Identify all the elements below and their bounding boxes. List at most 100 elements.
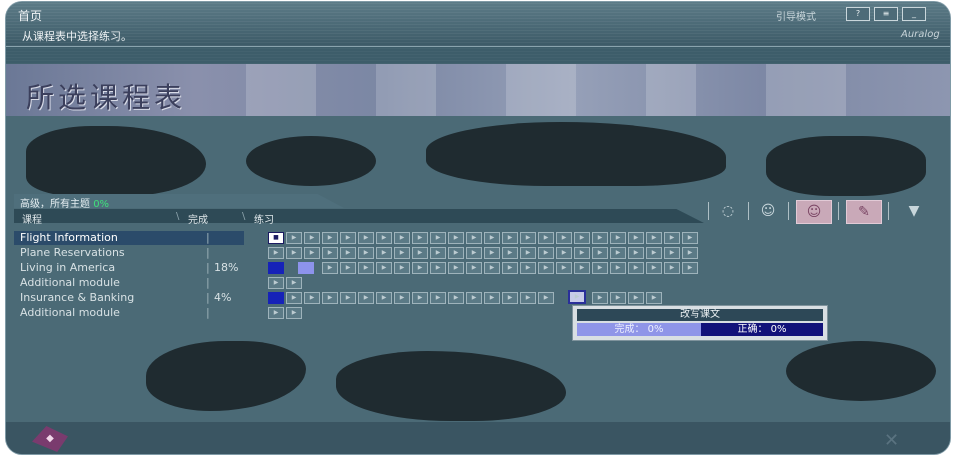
exercise-cell[interactable]: ▶ bbox=[340, 232, 356, 244]
exercise-cell[interactable]: ▶ bbox=[394, 247, 410, 259]
course-row[interactable]: Insurance & Banking | 4% bbox=[14, 291, 244, 305]
exercise-cell[interactable]: ▶ bbox=[268, 247, 284, 259]
exercise-cell[interactable]: ▶ bbox=[610, 247, 626, 259]
course-row[interactable]: Flight Information | bbox=[14, 231, 244, 245]
exercise-cell[interactable]: ▶ bbox=[430, 247, 446, 259]
exercise-cell[interactable]: ▶ bbox=[286, 307, 302, 319]
course-row[interactable]: Additional module | bbox=[14, 276, 244, 290]
exercise-cell[interactable]: ▶ bbox=[466, 292, 482, 304]
exercise-cell[interactable]: ▶ bbox=[430, 262, 446, 274]
exercise-cell[interactable]: ▶ bbox=[682, 247, 698, 259]
exercise-cell[interactable]: ▶ bbox=[376, 262, 392, 274]
exercise-cell[interactable]: ▶ bbox=[556, 232, 572, 244]
exercise-cell[interactable]: ▶ bbox=[592, 232, 608, 244]
exercise-cell[interactable]: ▶ bbox=[610, 232, 626, 244]
exercise-cell[interactable]: ▶ bbox=[340, 247, 356, 259]
exercise-cell[interactable]: ▶ bbox=[394, 232, 410, 244]
exercise-cell[interactable]: ▶ bbox=[646, 292, 662, 304]
exercise-cell[interactable]: ▶ bbox=[358, 247, 374, 259]
exercise-cell[interactable]: ▶ bbox=[358, 262, 374, 274]
exercise-cell[interactable]: ▶ bbox=[520, 292, 536, 304]
exercise-cell-done[interactable] bbox=[268, 292, 284, 304]
exercise-cell[interactable]: ▶ bbox=[322, 292, 338, 304]
exercise-cell[interactable]: ▶ bbox=[592, 262, 608, 274]
exercise-cell[interactable]: ▶ bbox=[556, 247, 572, 259]
exercise-cell[interactable]: ▶ bbox=[376, 292, 392, 304]
exercise-cell[interactable]: ▶ bbox=[304, 232, 320, 244]
exercise-cell[interactable]: ▶ bbox=[502, 262, 518, 274]
exercise-cell[interactable]: ▶ bbox=[466, 232, 482, 244]
exercise-cell[interactable]: ▶ bbox=[610, 262, 626, 274]
exercise-cell[interactable]: ▶ bbox=[502, 292, 518, 304]
exercise-cell[interactable]: ▶ bbox=[268, 307, 284, 319]
exercise-cell[interactable]: ▶ bbox=[682, 262, 698, 274]
exercise-cell-highlighted[interactable]: ▶ bbox=[568, 290, 586, 304]
exercise-cell[interactable]: ▶ bbox=[538, 292, 554, 304]
exercise-cell[interactable]: ▶ bbox=[304, 247, 320, 259]
exercise-cell[interactable]: ▶ bbox=[376, 247, 392, 259]
exercise-cell[interactable]: ▶ bbox=[520, 232, 536, 244]
exercise-cell[interactable]: ▶ bbox=[286, 247, 302, 259]
head-speech-icon[interactable]: ☺ bbox=[756, 200, 780, 222]
exercise-cell[interactable]: ▶ bbox=[376, 232, 392, 244]
exercise-cell[interactable]: ▶ bbox=[430, 292, 446, 304]
exercise-cell[interactable]: ▶ bbox=[484, 292, 500, 304]
exercise-cell[interactable]: ▶ bbox=[484, 247, 500, 259]
head-sound-icon[interactable]: ☺ bbox=[796, 200, 832, 224]
exercise-cell[interactable]: ▶ bbox=[358, 292, 374, 304]
exercise-cell[interactable]: ▶ bbox=[412, 292, 428, 304]
exercise-cell[interactable]: ▶ bbox=[412, 232, 428, 244]
head-write-icon[interactable]: ✎ bbox=[846, 200, 882, 224]
exercise-cell[interactable]: ▶ bbox=[286, 292, 302, 304]
exercise-cell[interactable]: ▶ bbox=[628, 232, 644, 244]
exercise-cell[interactable]: ▶ bbox=[448, 232, 464, 244]
exercise-cell[interactable]: ▶ bbox=[268, 277, 284, 289]
exercise-cell[interactable]: ▶ bbox=[286, 232, 302, 244]
exercise-cell[interactable]: ▶ bbox=[592, 247, 608, 259]
exercise-cell[interactable]: ▶ bbox=[574, 262, 590, 274]
exercise-cell[interactable]: ▶ bbox=[322, 262, 338, 274]
exercise-cell[interactable]: ▶ bbox=[682, 232, 698, 244]
exercise-cell[interactable]: ▶ bbox=[304, 292, 320, 304]
exercise-cell[interactable]: ▶ bbox=[556, 262, 572, 274]
exercise-cell[interactable]: ▶ bbox=[340, 262, 356, 274]
exercise-cell[interactable]: ▶ bbox=[538, 247, 554, 259]
guide-mode-label[interactable]: 引导模式 bbox=[776, 8, 816, 23]
exercise-cell[interactable]: ▶ bbox=[484, 232, 500, 244]
exercise-cell[interactable]: ▶ bbox=[430, 232, 446, 244]
exercise-cell[interactable]: ▶ bbox=[448, 292, 464, 304]
menu-icon[interactable]: ≡ bbox=[874, 7, 898, 21]
exercise-cell[interactable]: ▶ bbox=[628, 262, 644, 274]
exercise-cell[interactable]: ▶ bbox=[322, 247, 338, 259]
home-title[interactable]: 首页 bbox=[18, 7, 42, 24]
exercise-cell[interactable]: ▶ bbox=[394, 262, 410, 274]
exercise-cell[interactable]: ▶ bbox=[664, 247, 680, 259]
exercise-cell[interactable]: ▶ bbox=[538, 262, 554, 274]
exercise-cell[interactable]: ▶ bbox=[574, 232, 590, 244]
course-row[interactable]: Plane Reservations | bbox=[14, 246, 244, 260]
exercise-cell[interactable]: ▶ bbox=[502, 232, 518, 244]
exercise-cell[interactable]: ▶ bbox=[520, 262, 536, 274]
exercise-cell[interactable]: ▶ bbox=[664, 262, 680, 274]
exercise-cell[interactable]: ▶ bbox=[538, 232, 554, 244]
exercise-cell[interactable]: ▶ bbox=[628, 292, 644, 304]
exercise-cell[interactable]: ▶ bbox=[592, 292, 608, 304]
exercise-cell[interactable]: ▶ bbox=[646, 247, 662, 259]
help-icon[interactable]: ? bbox=[846, 7, 870, 21]
exercise-cell[interactable]: ▶ bbox=[394, 292, 410, 304]
exercise-cell[interactable]: ▶ bbox=[520, 247, 536, 259]
minimize-icon[interactable]: _ bbox=[902, 7, 926, 21]
exercise-cell[interactable]: ▶ bbox=[412, 247, 428, 259]
exercise-cell[interactable]: ▶ bbox=[502, 247, 518, 259]
course-row[interactable]: Living in America | 18% bbox=[14, 261, 244, 275]
speech-bubble-icon[interactable]: ◌ bbox=[716, 200, 740, 222]
exercise-cell[interactable]: ▶ bbox=[340, 292, 356, 304]
exercise-cell[interactable]: ▶ bbox=[484, 262, 500, 274]
exercise-cell[interactable]: ▶ bbox=[574, 247, 590, 259]
exercise-cell[interactable]: ▶ bbox=[322, 232, 338, 244]
exercise-cell[interactable]: ▶ bbox=[448, 247, 464, 259]
exercise-cell[interactable]: ▶ bbox=[466, 247, 482, 259]
exercise-cell[interactable]: ▶ bbox=[466, 262, 482, 274]
exercise-cell-current[interactable]: ■ bbox=[268, 232, 284, 244]
exercise-cell[interactable]: ▶ bbox=[664, 232, 680, 244]
